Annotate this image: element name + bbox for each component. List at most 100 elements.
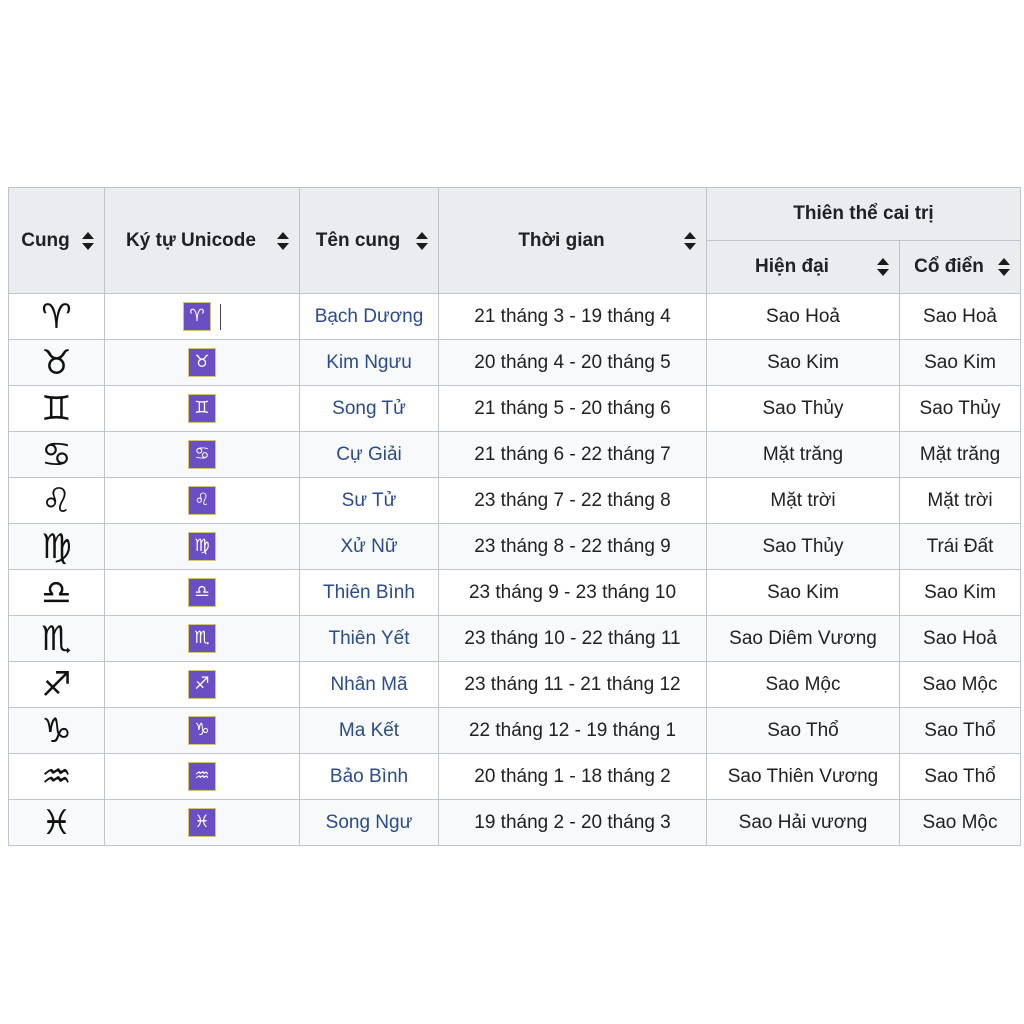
sign-name-cell: Cự Giải bbox=[299, 431, 439, 478]
date-range-cell: 21 tháng 6 - 22 tháng 7 bbox=[438, 431, 707, 478]
unicode-character-cell[interactable]: ♐ bbox=[104, 661, 300, 708]
column-header-name[interactable]: Tên cung bbox=[299, 187, 439, 294]
modern-ruler-cell: Sao Mộc bbox=[706, 661, 900, 708]
column-header-ruler-group-label: Thiên thể cai trị bbox=[793, 203, 934, 224]
selected-unicode-glyph[interactable]: ♉ bbox=[188, 348, 216, 377]
table-body: ♈ ♈ Bạch Dương 21 tháng 3 - 19 tháng 4 Sao H… bbox=[8, 293, 1022, 846]
zodiac-symbol-icon: ♏ bbox=[8, 615, 105, 662]
date-range-cell: 20 tháng 1 - 18 tháng 2 bbox=[438, 753, 707, 800]
date-range-cell: 23 tháng 9 - 23 tháng 10 bbox=[438, 569, 707, 616]
classic-ruler-cell: Sao Kim bbox=[898, 569, 1022, 616]
sign-name-link[interactable]: Cự Giải bbox=[336, 444, 402, 465]
column-header-time[interactable]: Thời gian bbox=[438, 187, 707, 294]
sign-name-link[interactable]: Song Ngư bbox=[326, 812, 413, 833]
sign-name-link[interactable]: Sư Tử bbox=[342, 490, 397, 511]
column-header-unicode-label: Ký tự Unicode bbox=[126, 229, 256, 251]
sign-name-link[interactable]: Song Tử bbox=[332, 398, 406, 419]
sign-name-link[interactable]: Xử Nữ bbox=[340, 536, 397, 557]
sign-name-link[interactable]: Ma Kết bbox=[339, 720, 399, 741]
sign-name-link[interactable]: Nhân Mã bbox=[330, 674, 407, 695]
unicode-character-cell[interactable]: ♑ bbox=[104, 707, 300, 754]
selected-unicode-glyph[interactable]: ♊ bbox=[188, 394, 216, 423]
column-header-classic[interactable]: Cổ điển bbox=[898, 240, 1022, 294]
sign-name-link[interactable]: Thiên Yết bbox=[329, 628, 410, 649]
unicode-character-cell[interactable]: ♋ bbox=[104, 431, 300, 478]
selected-unicode-glyph[interactable]: ♑ bbox=[188, 716, 216, 745]
column-header-time-label: Thời gian bbox=[518, 229, 605, 251]
sort-arrows-icon[interactable] bbox=[877, 258, 889, 276]
unicode-character-cell[interactable]: ♏ bbox=[104, 615, 300, 662]
unicode-character-cell[interactable]: ♌ bbox=[104, 477, 300, 524]
zodiac-symbol-icon: ♊ bbox=[8, 385, 105, 432]
date-range-cell: 23 tháng 10 - 22 tháng 11 bbox=[438, 615, 707, 662]
table-row: ♏ ♏ Thiên Yết 23 tháng 10 - 22 tháng 11 Sao … bbox=[8, 615, 1022, 662]
sort-arrows-icon[interactable] bbox=[82, 231, 94, 250]
modern-ruler-cell: Sao Hoả bbox=[706, 293, 900, 340]
classic-ruler-cell: Sao Kim bbox=[898, 339, 1022, 386]
column-header-name-label: Tên cung bbox=[315, 229, 401, 251]
selected-unicode-glyph[interactable]: ♐ bbox=[188, 670, 216, 699]
page-root: Cung Ký tự Unicode Tên cung Thời gian Th… bbox=[0, 0, 1024, 1024]
selected-unicode-glyph[interactable]: ♏ bbox=[188, 624, 216, 653]
classic-ruler-cell: Sao Mộc bbox=[898, 799, 1022, 846]
modern-ruler-cell: Sao Kim bbox=[706, 569, 900, 616]
sign-name-cell: Thiên Yết bbox=[299, 615, 439, 662]
unicode-character-cell[interactable]: ♒ bbox=[104, 753, 300, 800]
selected-unicode-glyph[interactable]: ♎ bbox=[188, 578, 216, 607]
date-range-cell: 23 tháng 11 - 21 tháng 12 bbox=[438, 661, 707, 708]
sign-name-cell: Ma Kết bbox=[299, 707, 439, 754]
zodiac-symbol-icon: ♈ bbox=[8, 293, 105, 340]
classic-ruler-cell: Sao Thủy bbox=[898, 385, 1022, 432]
selected-unicode-glyph[interactable]: ♓ bbox=[188, 808, 216, 837]
date-range-cell: 23 tháng 8 - 22 tháng 9 bbox=[438, 523, 707, 570]
sign-name-link[interactable]: Bạch Dương bbox=[315, 306, 424, 327]
sign-name-cell: Nhân Mã bbox=[299, 661, 439, 708]
sort-arrows-icon[interactable] bbox=[416, 231, 428, 250]
selected-unicode-glyph[interactable]: ♋ bbox=[188, 440, 216, 469]
date-range-cell: 19 tháng 2 - 20 tháng 3 bbox=[438, 799, 707, 846]
modern-ruler-cell: Sao Diêm Vương bbox=[706, 615, 900, 662]
table-header: Cung Ký tự Unicode Tên cung Thời gian Th… bbox=[8, 187, 1022, 294]
sign-name-link[interactable]: Bảo Bình bbox=[330, 766, 408, 787]
column-header-modern[interactable]: Hiện đại bbox=[706, 240, 900, 294]
table-row: ♐ ♐ Nhân Mã 23 tháng 11 - 21 tháng 12 Sao Mộ… bbox=[8, 661, 1022, 708]
date-range-cell: 21 tháng 3 - 19 tháng 4 bbox=[438, 293, 707, 340]
classic-ruler-cell: Sao Thổ bbox=[898, 753, 1022, 800]
unicode-character-cell[interactable]: ♊ bbox=[104, 385, 300, 432]
selected-unicode-glyph[interactable]: ♍ bbox=[188, 532, 216, 561]
date-range-cell: 21 tháng 5 - 20 tháng 6 bbox=[438, 385, 707, 432]
zodiac-signs-table: Cung Ký tự Unicode Tên cung Thời gian Th… bbox=[8, 187, 1022, 846]
column-header-unicode[interactable]: Ký tự Unicode bbox=[104, 187, 300, 294]
column-header-sign-label: Cung bbox=[21, 229, 70, 251]
unicode-character-cell[interactable]: ♓ bbox=[104, 799, 300, 846]
selected-unicode-glyph[interactable]: ♒ bbox=[188, 762, 216, 791]
zodiac-symbol-icon: ♐ bbox=[8, 661, 105, 708]
unicode-character-cell[interactable]: ♈ bbox=[104, 293, 300, 340]
zodiac-symbol-icon: ♒ bbox=[8, 753, 105, 800]
date-range-cell: 22 tháng 12 - 19 tháng 1 bbox=[438, 707, 707, 754]
sort-arrows-icon[interactable] bbox=[277, 231, 289, 250]
sort-arrows-icon[interactable] bbox=[998, 258, 1011, 276]
sign-name-link[interactable]: Kim Ngưu bbox=[326, 352, 412, 373]
zodiac-symbol-icon: ♎ bbox=[8, 569, 105, 616]
modern-ruler-cell: Sao Kim bbox=[706, 339, 900, 386]
sign-name-cell: Bảo Bình bbox=[299, 753, 439, 800]
modern-ruler-cell: Sao Hải vương bbox=[706, 799, 900, 846]
selected-unicode-glyph[interactable]: ♌ bbox=[188, 486, 216, 515]
sign-name-cell: Sư Tử bbox=[299, 477, 439, 524]
table-row: ♊ ♊ Song Tử 21 tháng 5 - 20 tháng 6 Sao Thủy… bbox=[8, 385, 1022, 432]
selected-unicode-glyph[interactable]: ♈ bbox=[183, 302, 211, 331]
sign-name-cell: Song Ngư bbox=[299, 799, 439, 846]
unicode-character-cell[interactable]: ♎ bbox=[104, 569, 300, 616]
table-row: ♓ ♓ Song Ngư 19 tháng 2 - 20 tháng 3 Sao Hải… bbox=[8, 799, 1022, 846]
table-row: ♎ ♎ Thiên Bình 23 tháng 9 - 23 tháng 10 Sao … bbox=[8, 569, 1022, 616]
sign-name-link[interactable]: Thiên Bình bbox=[323, 582, 415, 603]
unicode-character-cell[interactable]: ♍ bbox=[104, 523, 300, 570]
unicode-character-cell[interactable]: ♉ bbox=[104, 339, 300, 386]
classic-ruler-cell: Mặt trăng bbox=[898, 431, 1022, 478]
sort-arrows-icon[interactable] bbox=[684, 231, 696, 250]
modern-ruler-cell: Sao Thủy bbox=[706, 523, 900, 570]
column-header-sign[interactable]: Cung bbox=[8, 187, 105, 294]
zodiac-symbol-icon: ♌ bbox=[8, 477, 105, 524]
table-row: ♉ ♉ Kim Ngưu 20 tháng 4 - 20 tháng 5 Sao Kim… bbox=[8, 339, 1022, 386]
